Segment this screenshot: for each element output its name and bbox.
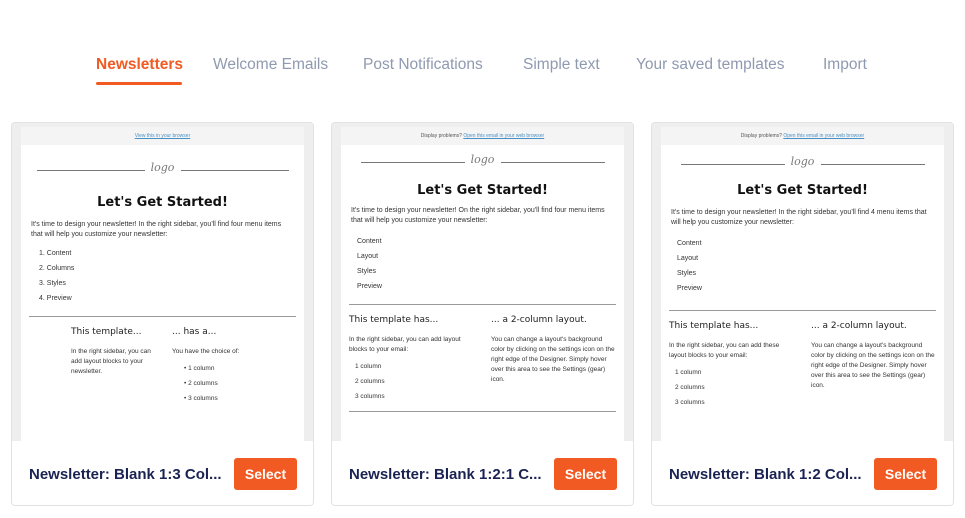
column-title: ... a 2-column layout.	[811, 321, 907, 331]
preheader-link: View this in your browser	[134, 133, 191, 139]
preheader: Display problems? Open this email in you…	[341, 127, 624, 145]
preview-column-left: This template has... In the right sideba…	[669, 311, 797, 410]
preview-intro: It's time to design your newsletter! On …	[351, 207, 605, 224]
list-item: Layout	[677, 255, 699, 262]
logo-placeholder: logo	[790, 155, 815, 168]
column-text: You have the choice of:	[172, 348, 240, 355]
tab-newsletters[interactable]: Newsletters	[96, 56, 183, 74]
column-text: In the right sidebar, you can add layout…	[71, 348, 151, 375]
logo-rule-right	[501, 162, 605, 163]
column-title: ... a 2-column layout.	[491, 315, 587, 325]
list-item: • 1 column	[184, 365, 215, 372]
template-preview[interactable]: Display problems? Open this email in you…	[332, 123, 633, 441]
column-list: 1 column 2 columns 3 columns	[349, 359, 479, 404]
preview-intro: It's time to design your newsletter! In …	[671, 209, 927, 226]
select-button[interactable]: Select	[554, 458, 617, 490]
template-name: Newsletter: Blank 1:3 Col...	[29, 466, 222, 483]
list-item: • 3 columns	[184, 395, 218, 402]
template-preview[interactable]: View this in your browser logo Let's Get…	[12, 123, 313, 441]
list-item: 4. Preview	[39, 295, 72, 302]
logo-rule-right	[181, 170, 289, 171]
list-item: Preview	[357, 283, 382, 290]
active-tab-underline	[96, 82, 182, 85]
preview-menu-list: Content Layout Styles Preview	[341, 234, 624, 294]
list-item: 2 columns	[355, 378, 385, 385]
list-item: 3 columns	[355, 393, 385, 400]
card-footer: Newsletter: Blank 1:2 Col... Select	[652, 441, 953, 505]
card-footer: Newsletter: Blank 1:3 Col... Select	[12, 441, 313, 505]
list-item: 1. Content	[39, 250, 72, 257]
tab-post-notifications[interactable]: Post Notifications	[363, 56, 483, 74]
preview-column-right: ... a 2-column layout. You can change a …	[491, 305, 617, 385]
list-item: Content	[677, 240, 702, 247]
preview-columns: This template has... In the right sideba…	[661, 311, 944, 431]
list-item: Layout	[357, 253, 379, 260]
column-text: You can change a layout's background col…	[491, 336, 615, 383]
preview-column-right: ... a 2-column layout. You can change a …	[811, 311, 937, 391]
logo-rule-right	[821, 164, 925, 165]
template-card[interactable]: Display problems? Open this email in you…	[331, 122, 634, 506]
logo-row: logo	[341, 147, 624, 177]
column-title: This template has...	[349, 315, 439, 325]
column-text: In the right sidebar, you can add layout…	[349, 336, 461, 353]
preview-heading: Let's Get Started!	[417, 183, 548, 198]
select-button[interactable]: Select	[234, 458, 297, 490]
template-name: Newsletter: Blank 1:2:1 C...	[349, 466, 542, 483]
preview-heading: Let's Get Started!	[737, 183, 868, 198]
tab-saved-templates[interactable]: Your saved templates	[636, 56, 785, 74]
logo-placeholder: logo	[470, 153, 495, 166]
preview-column-left: This template has... In the right sideba…	[349, 305, 479, 404]
column-text: You can change a layout's background col…	[811, 342, 935, 389]
preheader: Display problems? Open this email in you…	[661, 127, 944, 145]
list-item: 1 column	[355, 363, 382, 370]
preview-menu-list: 1. Content 2. Columns 3. Styles 4. Previ…	[21, 246, 304, 306]
email-preview-sheet: View this in your browser logo Let's Get…	[21, 127, 304, 441]
list-item: Preview	[677, 285, 702, 292]
list-item: Styles	[677, 270, 697, 277]
template-card[interactable]: Display problems? Open this email in you…	[651, 122, 954, 506]
column-text: In the right sidebar, you can add these …	[669, 342, 780, 359]
list-item: 2. Columns	[39, 265, 75, 272]
list-item: • 2 columns	[184, 380, 218, 387]
preview-columns: This template has... In the right sideba…	[341, 305, 624, 425]
list-item: Styles	[357, 268, 377, 275]
template-preview[interactable]: Display problems? Open this email in you…	[652, 123, 953, 441]
logo-row: logo	[661, 149, 944, 179]
email-preview-sheet: Display problems? Open this email in you…	[341, 127, 624, 441]
email-preview-sheet: Display problems? Open this email in you…	[661, 127, 944, 441]
column-list: 1 column 2 columns 3 columns	[669, 365, 797, 410]
select-button[interactable]: Select	[874, 458, 937, 490]
column-title: This template...	[71, 327, 142, 337]
preheader: View this in your browser	[21, 127, 304, 145]
template-name: Newsletter: Blank 1:2 Col...	[669, 466, 862, 483]
list-item: 3 columns	[675, 399, 705, 406]
preview-column-left: This template... In the right sidebar, y…	[71, 317, 157, 377]
template-category-tabs: Newsletters Welcome Emails Post Notifica…	[0, 0, 965, 100]
preheader-text: Display problems?	[740, 133, 784, 139]
logo-placeholder: logo	[150, 161, 175, 174]
tab-simple-text[interactable]: Simple text	[523, 56, 600, 74]
preheader-link: Open this email in your web browser	[783, 133, 865, 139]
list-item: 3. Styles	[39, 280, 66, 287]
preview-intro: It's time to design your newsletter! In …	[31, 221, 282, 238]
template-card[interactable]: View this in your browser logo Let's Get…	[11, 122, 314, 506]
list-item: 2 columns	[675, 384, 705, 391]
preview-column-right: ... has a... You have the choice of: • 1…	[172, 317, 282, 406]
tab-import[interactable]: Import	[823, 56, 867, 74]
preview-columns: This template... In the right sidebar, y…	[21, 317, 304, 437]
column-list: • 1 column • 2 columns • 3 columns	[172, 361, 282, 406]
preview-menu-list: Content Layout Styles Preview	[661, 236, 944, 296]
list-item: 1 column	[675, 369, 702, 376]
card-footer: Newsletter: Blank 1:2:1 C... Select	[332, 441, 633, 505]
preheader-link: Open this email in your web browser	[463, 133, 545, 139]
list-item: Content	[357, 238, 382, 245]
logo-row: logo	[21, 155, 304, 185]
tab-welcome-emails[interactable]: Welcome Emails	[213, 56, 328, 74]
column-title: ... has a...	[172, 327, 217, 337]
column-title: This template has...	[669, 321, 759, 331]
preheader-text: Display problems?	[420, 133, 464, 139]
preview-heading: Let's Get Started!	[97, 195, 228, 210]
